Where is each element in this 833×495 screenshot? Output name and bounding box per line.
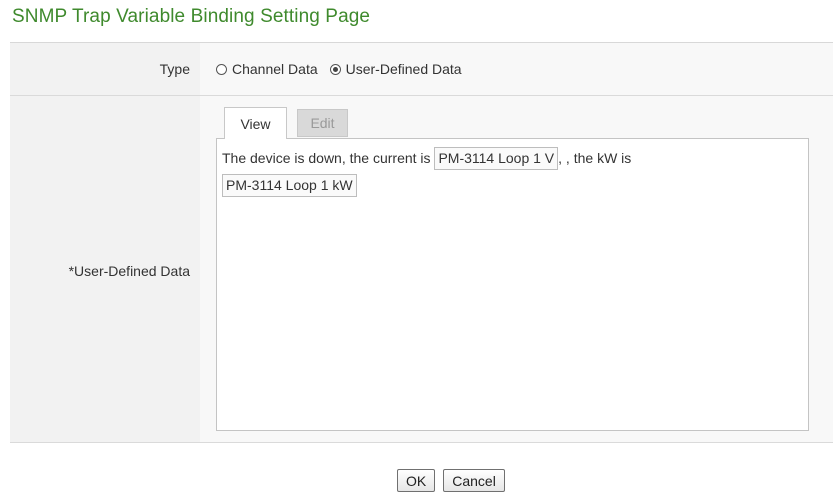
type-radio-group: Channel Data User-Defined Data <box>216 61 474 77</box>
user-defined-data-label-cell: *User-Defined Data <box>10 96 200 442</box>
radio-user-defined-data-label[interactable]: User-Defined Data <box>346 61 462 77</box>
user-defined-data-editor[interactable]: The device is down, the current is PM-31… <box>216 138 809 431</box>
radio-unchecked-icon[interactable] <box>216 63 227 75</box>
settings-form: Type Channel Data User-Defined Data *Use… <box>10 43 833 443</box>
cancel-button[interactable]: Cancel <box>443 469 505 492</box>
user-defined-data-label: *User-Defined Data <box>68 263 190 279</box>
radio-checked-icon[interactable] <box>329 63 341 75</box>
type-label-cell: Type <box>10 43 200 95</box>
user-defined-data-row: *User-Defined Data View Edit The device … <box>10 96 833 443</box>
variable-token-loop-1-v[interactable]: PM-3114 Loop 1 V <box>434 147 559 170</box>
dialog-buttons: OK Cancel <box>397 469 513 492</box>
editor-text-segment: The device is down, the current is <box>222 150 435 166</box>
radio-channel-data[interactable]: Channel Data <box>216 61 318 77</box>
ok-button[interactable]: OK <box>397 469 436 492</box>
user-defined-data-value-cell: View Edit The device is down, the curren… <box>200 96 833 442</box>
radio-channel-data-label[interactable]: Channel Data <box>232 61 318 77</box>
type-row: Type Channel Data User-Defined Data <box>10 43 833 96</box>
type-value-cell: Channel Data User-Defined Data <box>200 43 833 95</box>
editor-text-segment: , , the kW is <box>558 150 632 166</box>
tab-edit[interactable]: Edit <box>297 109 348 137</box>
type-label: Type <box>159 61 190 77</box>
variable-token-loop-1-kw[interactable]: PM-3114 Loop 1 kW <box>222 174 357 197</box>
radio-user-defined-data[interactable]: User-Defined Data <box>329 61 462 77</box>
tab-view[interactable]: View <box>224 107 287 139</box>
page-title: SNMP Trap Variable Binding Setting Page <box>12 6 371 27</box>
